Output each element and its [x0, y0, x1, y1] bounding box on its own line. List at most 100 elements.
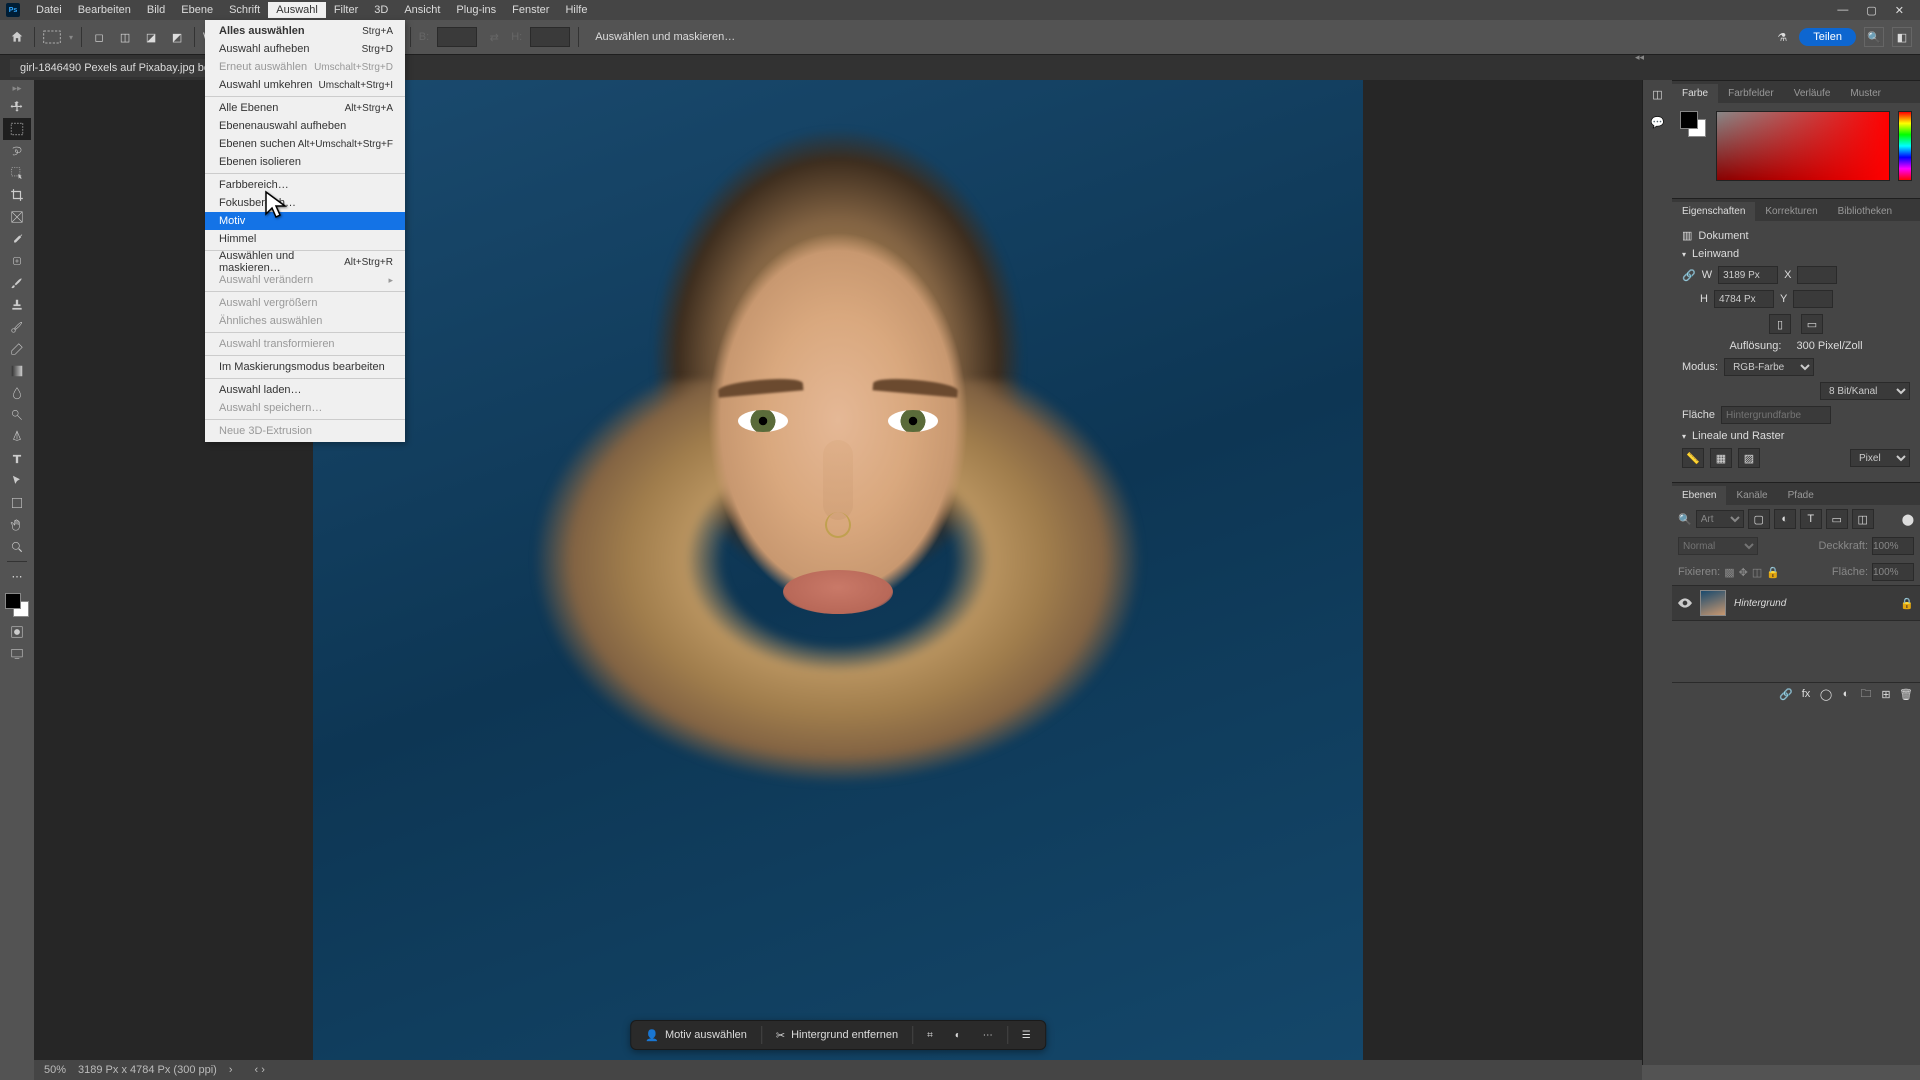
- lock-position-icon[interactable]: ✥: [1739, 566, 1748, 579]
- tab-pfade[interactable]: Pfade: [1778, 486, 1824, 505]
- filter-adjust-icon[interactable]: ◐: [1774, 509, 1796, 529]
- layer-row[interactable]: Hintergrund 🔒: [1672, 585, 1920, 621]
- marquee-tool-icon[interactable]: [43, 28, 61, 46]
- menu-item-motiv[interactable]: Motiv: [205, 212, 405, 230]
- quick-mask-icon[interactable]: [3, 621, 31, 643]
- more-actions-icon[interactable]: ⋯: [973, 1026, 1003, 1045]
- grid-icon[interactable]: ▦: [1710, 448, 1732, 468]
- adjustment-icon[interactable]: ◐: [1838, 686, 1854, 702]
- menu-item-alle-ebenen[interactable]: Alle EbenenAlt+Strg+A: [205, 99, 405, 117]
- x-field[interactable]: [1797, 266, 1837, 284]
- tab-kanäle[interactable]: Kanäle: [1726, 486, 1777, 505]
- adjust-action-icon[interactable]: ◐: [945, 1026, 971, 1045]
- fill-field[interactable]: [1721, 406, 1831, 424]
- crop-tool[interactable]: [3, 184, 31, 206]
- blur-tool[interactable]: [3, 382, 31, 404]
- lock-artboard-icon[interactable]: ◫: [1752, 566, 1762, 579]
- menu-item-auswahl-laden-[interactable]: Auswahl laden…: [205, 381, 405, 399]
- properties-action-icon[interactable]: ☰: [1012, 1026, 1041, 1045]
- orientation-portrait-icon[interactable]: ▯: [1769, 314, 1791, 334]
- menu-datei[interactable]: Datei: [28, 2, 70, 18]
- tab-korrekturen[interactable]: Korrekturen: [1755, 202, 1827, 221]
- layer-lock-icon[interactable]: 🔒: [1900, 597, 1914, 610]
- link-icon[interactable]: 🔗: [1682, 269, 1696, 282]
- move-tool[interactable]: [3, 96, 31, 118]
- minimize-button[interactable]: —: [1837, 4, 1848, 17]
- lock-pixels-icon[interactable]: ▩: [1724, 566, 1734, 579]
- gradient-tool[interactable]: [3, 360, 31, 382]
- crop-action-icon[interactable]: ⌗: [917, 1026, 943, 1045]
- lock-all-icon[interactable]: 🔒: [1766, 566, 1780, 579]
- menu-3d[interactable]: 3D: [366, 2, 396, 18]
- path-select-tool[interactable]: [3, 470, 31, 492]
- bit-depth-select[interactable]: 8 Bit/Kanal: [1820, 382, 1910, 400]
- edit-toolbar-icon[interactable]: ⋯: [3, 565, 31, 587]
- search-icon[interactable]: 🔍: [1864, 27, 1884, 47]
- marquee-tool[interactable]: [3, 118, 31, 140]
- home-icon[interactable]: [8, 28, 26, 46]
- maximize-button[interactable]: ▢: [1866, 4, 1876, 17]
- select-and-mask-button[interactable]: Auswählen und maskieren…: [587, 28, 743, 46]
- unit-select[interactable]: Pixel: [1850, 449, 1910, 467]
- layer-thumbnail[interactable]: [1700, 590, 1726, 616]
- mask-icon[interactable]: ◯: [1818, 686, 1834, 702]
- panel-icon-2[interactable]: 💬: [1643, 108, 1672, 136]
- stamp-tool[interactable]: [3, 294, 31, 316]
- fg-bg-swatch[interactable]: [1680, 111, 1708, 139]
- menu-item-farbbereich-[interactable]: Farbbereich…: [205, 176, 405, 194]
- menu-hilfe[interactable]: Hilfe: [557, 2, 595, 18]
- tab-muster[interactable]: Muster: [1840, 84, 1891, 103]
- menu-item-im-maskierungsmodus-bearbeiten[interactable]: Im Maskierungsmodus bearbeiten: [205, 358, 405, 376]
- lasso-tool[interactable]: [3, 140, 31, 162]
- menu-item-auswahl-umkehren[interactable]: Auswahl umkehrenUmschalt+Strg+I: [205, 76, 405, 94]
- filter-smart-icon[interactable]: ◫: [1852, 509, 1874, 529]
- zoom-tool[interactable]: [3, 536, 31, 558]
- workspace-icon[interactable]: ◧: [1892, 27, 1912, 47]
- tab-verläufe[interactable]: Verläufe: [1784, 84, 1841, 103]
- hand-tool[interactable]: [3, 514, 31, 536]
- screen-mode-icon[interactable]: [3, 643, 31, 665]
- frame-tool[interactable]: [3, 206, 31, 228]
- object-select-tool[interactable]: [3, 162, 31, 184]
- filter-search-icon[interactable]: 🔍: [1678, 513, 1692, 526]
- menu-item-ebenenauswahl-aufheben[interactable]: Ebenenauswahl aufheben: [205, 117, 405, 135]
- selection-subtract-icon[interactable]: ◪: [142, 28, 160, 46]
- guides-icon[interactable]: ▨: [1738, 448, 1760, 468]
- new-layer-icon[interactable]: ⊞: [1878, 686, 1894, 702]
- menu-item-ausw-hlen-und-maskieren-[interactable]: Auswählen und maskieren…Alt+Strg+R: [205, 253, 405, 271]
- history-brush-tool[interactable]: [3, 316, 31, 338]
- tab-bibliotheken[interactable]: Bibliotheken: [1828, 202, 1902, 221]
- orientation-landscape-icon[interactable]: ▭: [1801, 314, 1823, 334]
- tab-farbfelder[interactable]: Farbfelder: [1718, 84, 1784, 103]
- remove-background-button[interactable]: ✂ Hintergrund entfernen: [766, 1025, 908, 1046]
- status-chevron2-icon[interactable]: ‹ ›: [255, 1064, 265, 1076]
- zoom-level[interactable]: 50%: [44, 1064, 66, 1076]
- tab-ebenen[interactable]: Ebenen: [1672, 486, 1726, 505]
- width-field[interactable]: [1718, 266, 1778, 284]
- layer-name[interactable]: Hintergrund: [1734, 598, 1786, 609]
- status-chevron-icon[interactable]: ›: [229, 1064, 233, 1076]
- toolbox-collapse-icon[interactable]: ▸▸: [12, 83, 21, 94]
- selection-intersect-icon[interactable]: ◩: [168, 28, 186, 46]
- color-swatches[interactable]: [3, 593, 31, 621]
- delete-layer-icon[interactable]: 🗑: [1898, 686, 1914, 702]
- filter-image-icon[interactable]: ▢: [1748, 509, 1770, 529]
- layer-filter-select[interactable]: Art: [1696, 510, 1744, 528]
- panel-icon-1[interactable]: ◫: [1643, 80, 1672, 108]
- tab-farbe[interactable]: Farbe: [1672, 84, 1718, 103]
- filter-type-icon[interactable]: T: [1800, 509, 1822, 529]
- shape-tool[interactable]: [3, 492, 31, 514]
- flask-icon[interactable]: ⚗: [1773, 28, 1791, 46]
- blend-mode-select[interactable]: Normal: [1678, 537, 1758, 555]
- canvas-section[interactable]: Leinwand: [1682, 248, 1910, 260]
- link-layers-icon[interactable]: 🔗: [1778, 686, 1794, 702]
- menu-bild[interactable]: Bild: [139, 2, 173, 18]
- collapse-panels-icon[interactable]: ◂◂: [1635, 52, 1644, 63]
- color-mode-select[interactable]: RGB-Farbe: [1724, 358, 1814, 376]
- close-button[interactable]: ✕: [1895, 4, 1904, 17]
- menu-filter[interactable]: Filter: [326, 2, 366, 18]
- menu-item-auswahl-aufheben[interactable]: Auswahl aufhebenStrg+D: [205, 40, 405, 58]
- healing-tool[interactable]: [3, 250, 31, 272]
- height-field[interactable]: [1714, 290, 1774, 308]
- brush-tool[interactable]: [3, 272, 31, 294]
